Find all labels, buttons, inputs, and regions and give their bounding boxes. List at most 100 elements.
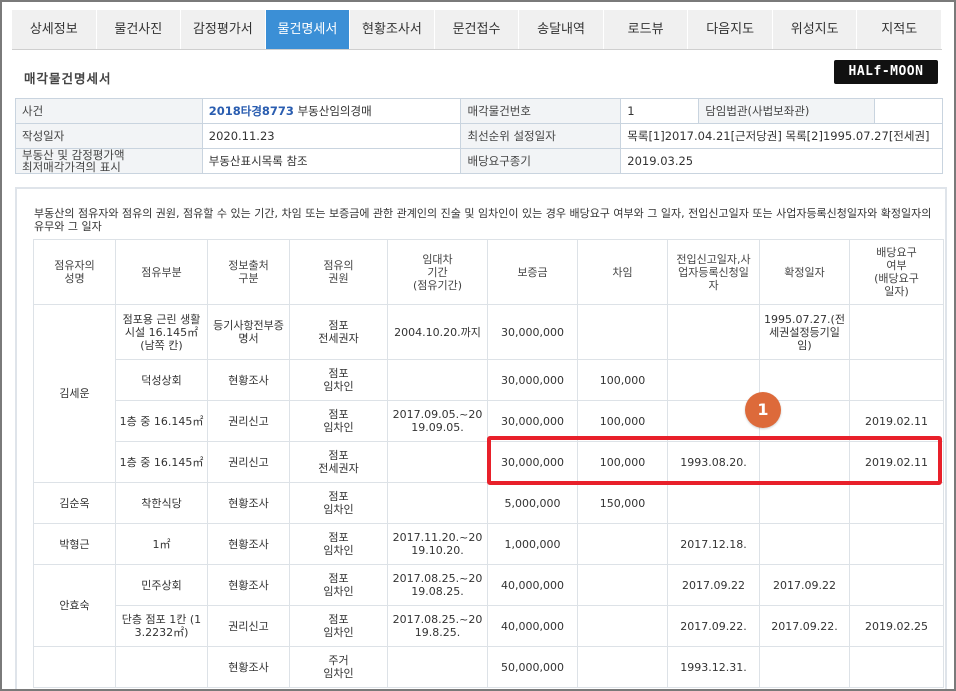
table-cell: 단층 점포 1칸 (13.2232㎡) [115, 605, 208, 647]
page-title: 매각물건명세서 [24, 71, 112, 86]
tab-7[interactable]: 로드뷰 [604, 10, 689, 49]
table-cell [577, 605, 668, 647]
tab-2[interactable]: 감정평가서 [181, 10, 266, 49]
table-row: 현황조사 주거 임차인 50,000,000 1993.12.31. [33, 646, 944, 688]
priority-value: 목록[1]2017.04.21[근저당권] 목록[2]1995.07.27[전세… [620, 123, 943, 149]
judge-label: 담임법관(사법보좌관) [698, 98, 876, 124]
table-cell: 1995.07.27.(전세권설정등기일임) [759, 304, 850, 360]
table-cell [667, 482, 760, 524]
table-row: 덕성상회 현황조사 점포 임차인 30,000,000 100,000 [34, 359, 944, 401]
table-cell [115, 646, 208, 688]
case-value: 2018타경8773 부동산임의경매 [201, 98, 462, 124]
table-cell: 현황조사 [207, 359, 290, 401]
table-cell [387, 482, 488, 524]
page-frame: 상세정보 물건사진 감정평가서 물건명세서 현황조사서 문건접수 송달내역 로드뷰 다음지도 위성… [0, 0, 956, 691]
table-row: 김세운 점포용 근린 생활시설 16.145㎡(남쪽 칸) 등기사항전부증명서 점포 … [33, 304, 944, 483]
column-header: 정보출처 구분 [207, 239, 290, 305]
occupant-name: 안효숙 [33, 564, 116, 647]
tab-5[interactable]: 문건접수 [435, 10, 520, 49]
table-row: 김순옥 착한식당 현황조사 점포 임차인 5,000,000 150,000 [33, 482, 944, 524]
table-cell: 2017.11.20.~2019.10.20. [387, 523, 488, 565]
column-header: 보증금 [487, 239, 578, 305]
table-cell [849, 523, 944, 565]
table-cell: 30,000,000 [487, 304, 578, 360]
table-cell: 40,000,000 [487, 564, 578, 606]
table-cell: 권리신고 [207, 400, 290, 442]
table-cell: 현황조사 [207, 646, 290, 688]
table-cell [759, 482, 850, 524]
table-cell [577, 304, 668, 360]
table-cell [387, 359, 488, 401]
table-cell [387, 646, 488, 688]
table-cell [667, 359, 760, 401]
table-cell: 2017.08.25.~2019.08.25. [387, 564, 488, 606]
tab-9[interactable]: 위성지도 [773, 10, 858, 49]
column-header: 임대차 기간 (점유기간) [387, 239, 488, 305]
column-header: 점유의 권원 [289, 239, 388, 305]
tab-4[interactable]: 현황조사서 [350, 10, 435, 49]
table-cell [849, 564, 944, 606]
tab-3[interactable]: 물건명세서 [265, 10, 351, 49]
tab-6[interactable]: 송달내역 [519, 10, 604, 49]
table-cell [759, 646, 850, 688]
table-cell: 점포용 근린 생활시설 16.145㎡(남쪽 칸) [115, 304, 208, 360]
table-cell: 2017.09.05.~2019.09.05. [387, 400, 488, 442]
table-cell [849, 646, 944, 688]
case-label: 사건 [15, 98, 203, 124]
table-row: 안효숙 민주상회 현황조사 점포 임차인 2017.08.25.~2019.08.25.… [33, 564, 944, 647]
table-cell: 민주상회 [115, 564, 208, 606]
table-cell: 점포 임차인 [289, 400, 388, 442]
case-number[interactable]: 2018타경8773 [209, 104, 294, 118]
table-cell: 40,000,000 [487, 605, 578, 647]
table-cell: 점포 임차인 [289, 605, 388, 647]
table-cell: 2017.09.22. [759, 605, 850, 647]
table-cell: 권리신고 [207, 441, 290, 483]
table-cell: 2017.09.22 [759, 564, 850, 606]
column-header: 점유자의 성명 [33, 239, 116, 305]
table-cell [387, 441, 488, 483]
tab-bar: 상세정보 물건사진 감정평가서 물건명세서 현황조사서 문건접수 송달내역 로드뷰 다음지도 위성… [12, 10, 943, 50]
date-value: 2020.11.23 [201, 123, 462, 149]
table-cell: 2017.09.22. [667, 605, 760, 647]
price-label-line2: 최저매각가격의 표시 [22, 160, 121, 174]
table-cell: 150,000 [577, 482, 668, 524]
table-cell: 점포 전세권자 [289, 441, 388, 483]
table-cell: 2017.09.22 [667, 564, 760, 606]
table-cell: 2004.10.20.까지 [387, 304, 488, 360]
occupancy-note: 부동산의 점유자와 점유의 권원, 점유할 수 있는 기간, 차임 또는 보증금… [34, 207, 932, 233]
column-header: 차임 [577, 239, 668, 305]
occupant-name: 김순옥 [33, 482, 116, 524]
tab-0[interactable]: 상세정보 [12, 10, 97, 49]
table-cell: 현황조사 [207, 564, 290, 606]
table-cell [849, 359, 944, 401]
table-cell: 5,000,000 [487, 482, 578, 524]
table-cell: 30,000,000 [487, 359, 578, 401]
table-row: 단층 점포 1칸 (13.2232㎡) 권리신고 점포 임차인 2017.08.25.… [34, 605, 944, 647]
table-cell: 주거 임차인 [289, 646, 388, 688]
table-cell: 점포 임차인 [289, 359, 388, 401]
table-cell: 1층 중 16.145㎡ [115, 400, 208, 442]
table-cell: 점포 임차인 [289, 564, 388, 606]
table-cell [849, 482, 944, 524]
table-cell [577, 646, 668, 688]
table-cell [849, 304, 944, 360]
table-cell: 점포 전세권자 [289, 304, 388, 360]
table-header-row: 점유자의 성명 점유부분 정보출처 구분 점유의 권원 임대차 기간 (점유기간) 보증금… [33, 239, 944, 305]
table-cell: 덕성상회 [115, 359, 208, 401]
item-no-label: 매각물건번호 [460, 98, 622, 124]
table-cell [667, 304, 760, 360]
table-cell: 현황조사 [207, 523, 290, 565]
table-cell: 2019.02.25 [849, 605, 944, 647]
priority-label: 최선순위 설정일자 [460, 123, 622, 149]
deadline-value: 2019.03.25 [620, 148, 943, 174]
deadline-label: 배당요구종기 [460, 148, 622, 174]
tab-8[interactable]: 다음지도 [688, 10, 773, 49]
tab-10[interactable]: 지적도 [857, 10, 943, 49]
table-cell: 2017.12.18. [667, 523, 760, 565]
table-cell: 1,000,000 [487, 523, 578, 565]
tab-1[interactable]: 물건사진 [97, 10, 182, 49]
table-cell: 착한식당 [115, 482, 208, 524]
table-cell: 현황조사 [207, 482, 290, 524]
occupant-name [33, 646, 116, 688]
table-cell: 등기사항전부증명서 [207, 304, 290, 360]
